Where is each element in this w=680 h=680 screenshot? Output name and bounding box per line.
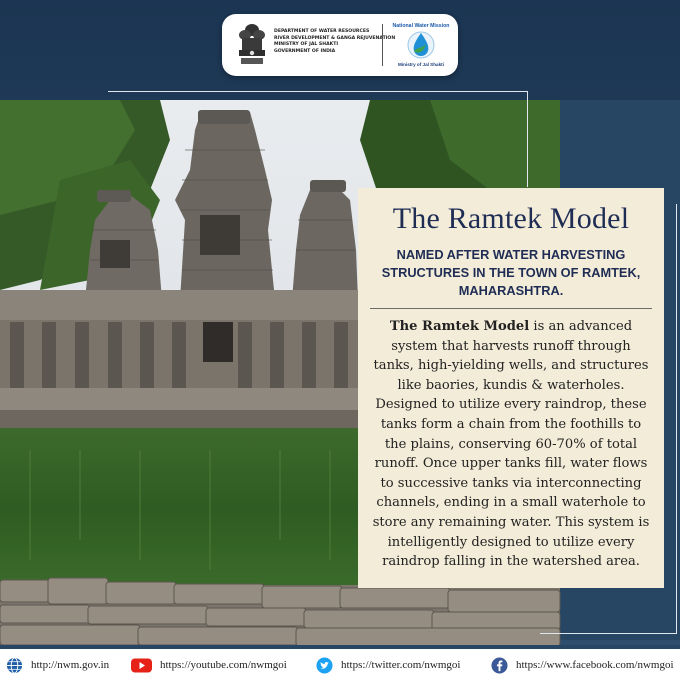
website-link-text: http://nwm.gov.in: [31, 659, 110, 671]
mission-logo-arc-text: National Water Mission: [393, 23, 450, 29]
youtube-icon: [131, 658, 152, 672]
page-title: The Ramtek Model: [392, 202, 630, 235]
dept-line: GOVERNMENT OF INDIA: [274, 48, 336, 54]
info-card: The Ramtek Model NAMED AFTER WATER HARVE…: [358, 188, 664, 588]
mission-logo-caption: Ministry of Jal Shakti: [398, 62, 444, 67]
dept-line: DEPARTMENT OF WATER RESOURCES: [274, 29, 370, 34]
website-link[interactable]: http://nwm.gov.in: [6, 656, 109, 674]
subtitle: NAMED AFTER WATER HARVESTING STRUCTURES …: [381, 247, 641, 298]
twitter-link[interactable]: https://twitter.com/nwmgoi: [316, 656, 460, 674]
card-divider: [370, 308, 652, 309]
facebook-icon: [491, 656, 508, 674]
logo-divider: [382, 24, 383, 66]
youtube-link-text: https://youtube.com/nwmgoi: [160, 659, 287, 671]
water-drop-logo-icon: National Water Mission Ministry of Jal S…: [393, 23, 450, 67]
decorative-frame-line-outer-right: [676, 204, 677, 634]
facebook-link-text: https://www.facebook.com/nwmgoi: [516, 659, 674, 671]
description-paragraph: The Ramtek Model is an advanced system t…: [370, 317, 652, 572]
dept-line: MINISTRY OF JAL SHAKTI: [274, 42, 339, 48]
youtube-link[interactable]: https://youtube.com/nwmgoi: [131, 656, 287, 674]
department-name-block: DEPARTMENT OF WATER RESOURCES RIVER DEVE…: [274, 29, 395, 55]
description-lead: The Ramtek Model: [389, 319, 530, 334]
header-logo-banner: DEPARTMENT OF WATER RESOURCES RIVER DEVE…: [222, 14, 458, 76]
facebook-link[interactable]: https://www.facebook.com/nwmgoi: [491, 656, 674, 674]
national-emblem-icon: [239, 24, 265, 64]
decorative-frame-line-top: [108, 91, 528, 92]
description-text: is an advanced system that harvests runo…: [372, 319, 650, 570]
decorative-frame-line-right: [527, 91, 528, 187]
twitter-link-text: https://twitter.com/nwmgoi: [341, 659, 461, 671]
decorative-frame-line-bottom: [540, 633, 677, 634]
twitter-icon: [316, 656, 333, 674]
footer-links-bar: http://nwm.gov.in https://youtube.com/nw…: [0, 649, 680, 680]
globe-icon: [6, 656, 23, 674]
